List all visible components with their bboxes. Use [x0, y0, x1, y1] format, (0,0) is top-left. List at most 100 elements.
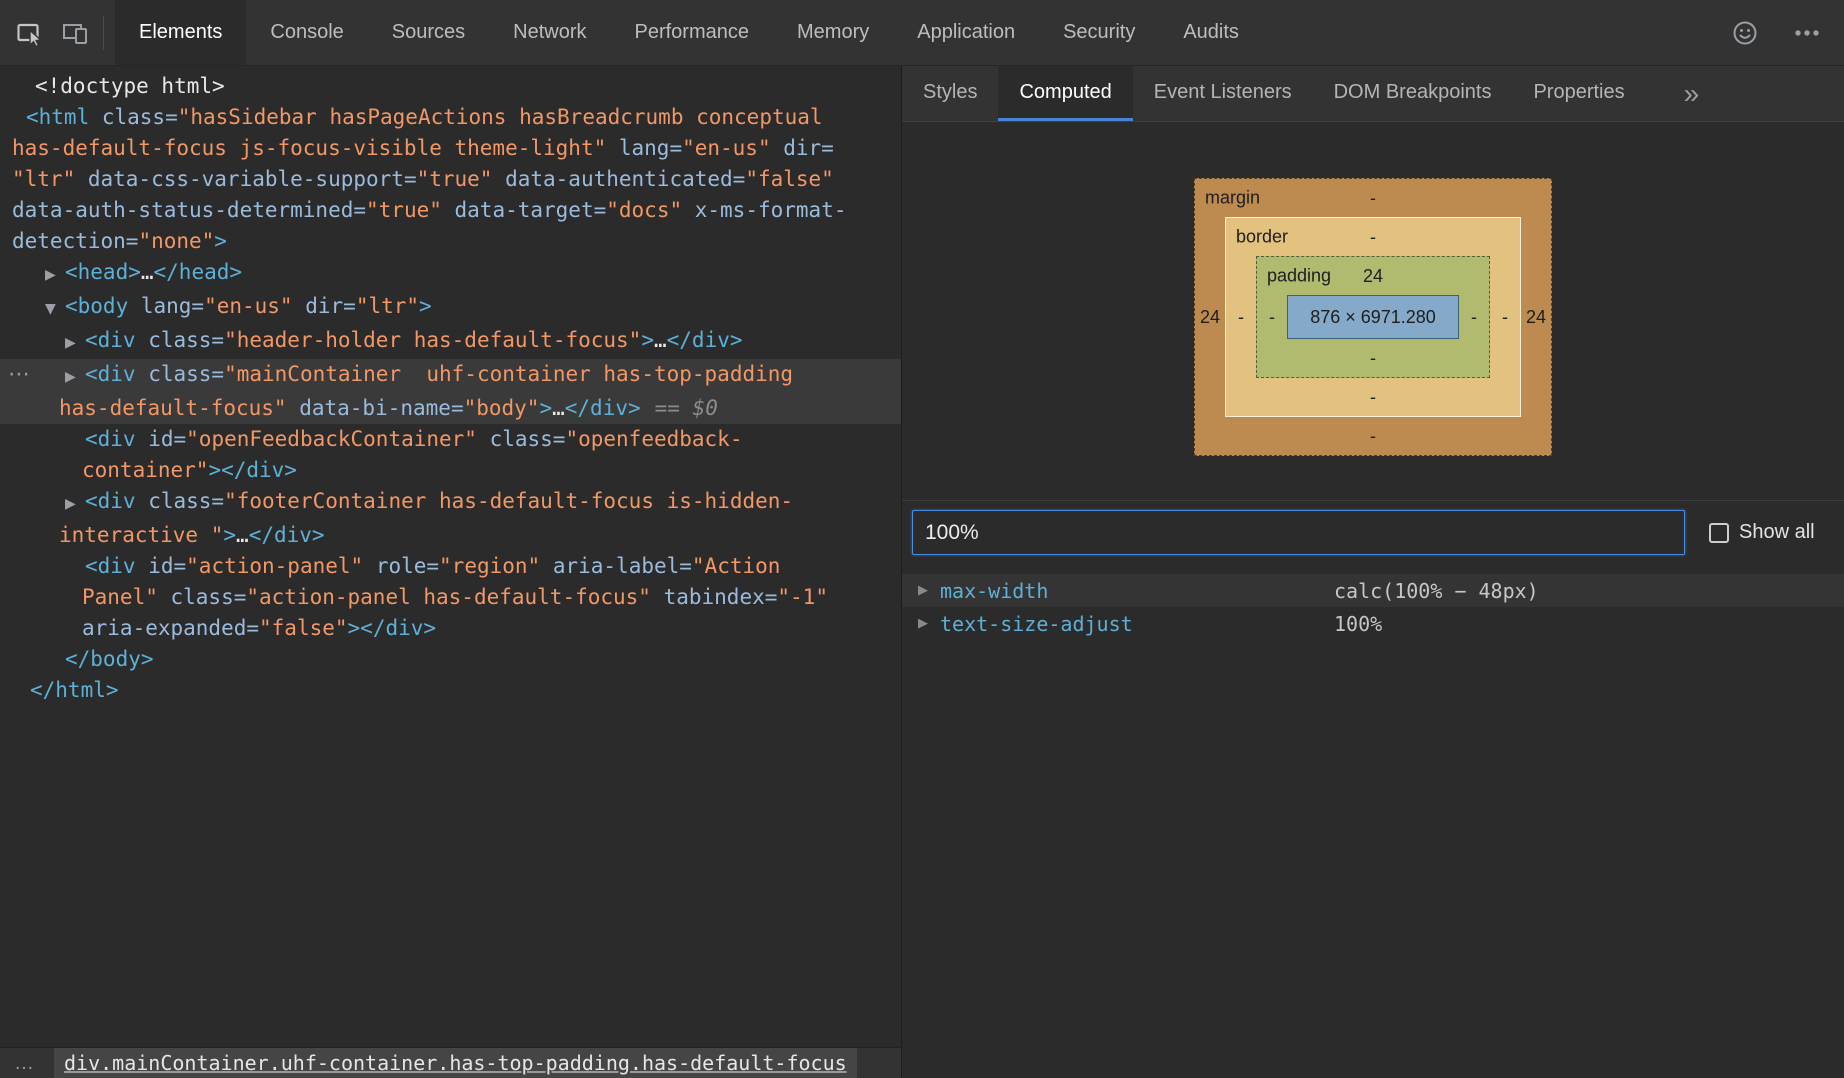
code-plain: … — [552, 396, 565, 420]
collapsed-disclosure-triangle-icon[interactable]: ▶ — [918, 616, 940, 631]
tab-console[interactable]: Console — [246, 0, 367, 65]
code-attr: data-target= — [442, 198, 606, 222]
dom-tree-line[interactable]: <div id="openFeedbackContainer" class="o… — [0, 424, 901, 455]
code-val: "header-holder has-default-focus" — [224, 328, 641, 352]
sidebar-tab-computed[interactable]: Computed — [998, 66, 1132, 121]
code-val: "body" — [464, 396, 540, 420]
tab-elements[interactable]: Elements — [115, 0, 246, 65]
code-val: "footerContainer has-default-focus is-hi… — [224, 489, 793, 513]
dom-tree-line[interactable]: <html class="hasSidebar hasPageActions h… — [0, 102, 901, 133]
code-val: "none" — [138, 229, 214, 253]
tab-network[interactable]: Network — [489, 0, 610, 65]
sidebar-tab-properties[interactable]: Properties — [1512, 66, 1645, 121]
main-toolbar: ElementsConsoleSourcesNetworkPerformance… — [0, 0, 1844, 66]
tab-performance[interactable]: Performance — [611, 0, 774, 65]
dom-tree-line[interactable]: ⋯▶<div class="mainContainer uhf-containe… — [0, 359, 901, 393]
filter-input[interactable] — [912, 510, 1685, 555]
dom-tree-line[interactable]: ▼<body lang="en-us" dir="ltr"> — [0, 291, 901, 325]
collapsed-disclosure-triangle-icon[interactable]: ▶ — [45, 260, 65, 291]
dom-tree-line[interactable]: </body> — [0, 644, 901, 675]
dom-tree-line[interactable]: </html> — [0, 675, 901, 706]
padding-bottom-value[interactable]: - — [1370, 348, 1376, 369]
code-tag: > — [214, 229, 227, 253]
dom-tree-line[interactable]: has-default-focus" data-bi-name="body">…… — [0, 393, 901, 424]
devtools-window: ElementsConsoleSourcesNetworkPerformance… — [0, 0, 1844, 1078]
border-right-value[interactable]: - — [1490, 307, 1520, 328]
code-attr: data-bi-name= — [287, 396, 464, 420]
code-attr: class= — [477, 427, 566, 451]
tab-security[interactable]: Security — [1039, 0, 1159, 65]
dom-tree-line[interactable]: ▶<div class="footerContainer has-default… — [0, 486, 901, 520]
padding-left-value[interactable]: - — [1257, 307, 1287, 328]
code-tag: ></div> — [208, 458, 297, 482]
margin-top-value[interactable]: - — [1370, 188, 1376, 209]
dom-tree-line[interactable]: data-auth-status-determined="true" data-… — [0, 195, 901, 226]
padding-right-value[interactable]: - — [1459, 307, 1489, 328]
show-all-checkbox[interactable] — [1709, 523, 1729, 543]
collapsed-disclosure-triangle-icon[interactable]: ▶ — [65, 489, 85, 520]
computed-property-row[interactable]: ▶text-size-adjust100% — [902, 607, 1844, 640]
more-tabs-chevron-icon[interactable]: » — [1668, 66, 1716, 121]
toolbar-icons — [0, 0, 115, 65]
border-left-value[interactable]: - — [1226, 307, 1256, 328]
code-attr: detection= — [12, 229, 138, 253]
breadcrumb-selected-node[interactable]: div.mainContainer.uhf-container.has-top-… — [54, 1048, 857, 1078]
tab-sources[interactable]: Sources — [368, 0, 489, 65]
code-attr: dir= — [771, 136, 834, 160]
code-val: "region" — [439, 554, 540, 578]
dom-tree-line[interactable]: detection="none"> — [0, 226, 901, 257]
code-attr: aria-expanded= — [82, 616, 259, 640]
dom-tree-line[interactable]: aria-expanded="false"></div> — [0, 613, 901, 644]
feedback-smiley-icon[interactable] — [1722, 10, 1768, 56]
code-tag: > — [419, 294, 432, 318]
dom-tree-line[interactable]: interactive ">…</div> — [0, 520, 901, 551]
code-tag: </body> — [65, 647, 154, 671]
dom-tree-line[interactable]: "ltr" data-css-variable-support="true" d… — [0, 164, 901, 195]
code-tag: </div> — [667, 328, 743, 352]
line-overflow-indicator[interactable]: ⋯ — [8, 359, 30, 390]
code-plain: … — [141, 260, 154, 284]
inspect-icon-glyph — [14, 18, 44, 48]
sidebar-tabs: StylesComputedEvent ListenersDOM Breakpo… — [902, 66, 1646, 121]
sidebar-tab-styles[interactable]: Styles — [902, 66, 998, 121]
border-bottom-value[interactable]: - — [1370, 387, 1376, 408]
margin-bottom-value[interactable]: - — [1370, 426, 1376, 447]
margin-right-value[interactable]: 24 — [1521, 307, 1551, 328]
code-val: "true" — [417, 167, 493, 191]
dom-tree-line[interactable]: ▶<head>…</head> — [0, 257, 901, 291]
code-val: "openFeedbackContainer" — [186, 427, 477, 451]
padding-top-value[interactable]: 24 — [1363, 266, 1383, 287]
device-toolbar-icon[interactable] — [52, 10, 98, 56]
collapsed-disclosure-triangle-icon[interactable]: ▶ — [918, 583, 940, 598]
code-val: "true" — [366, 198, 442, 222]
border-top-value[interactable]: - — [1370, 227, 1376, 248]
expanded-disclosure-triangle-icon[interactable]: ▼ — [45, 294, 65, 325]
code-tag: <div — [85, 362, 136, 386]
code-flag: == $0 — [641, 396, 718, 420]
computed-pane: margin - 24 border - - — [902, 122, 1844, 1078]
margin-left-value[interactable]: 24 — [1195, 307, 1225, 328]
dom-tree-line[interactable]: has-default-focus js-focus-visible theme… — [0, 133, 901, 164]
devtools-body: <!doctype html><html class="hasSidebar h… — [0, 66, 1844, 1078]
styles-sidebar: StylesComputedEvent ListenersDOM Breakpo… — [901, 66, 1844, 1078]
code-attr: x-ms-format- — [682, 198, 846, 222]
dom-tree-line[interactable]: ▶<div class="header-holder has-default-f… — [0, 325, 901, 359]
dom-tree-line[interactable]: Panel" class="action-panel has-default-f… — [0, 582, 901, 613]
overflow-menu-icon[interactable] — [1784, 10, 1830, 56]
dom-tree-line[interactable]: <div id="action-panel" role="region" ari… — [0, 551, 901, 582]
breadcrumb-overflow[interactable]: … — [0, 1048, 48, 1078]
dom-tree-line[interactable]: container"></div> — [0, 455, 901, 486]
computed-properties-list: ▶max-widthcalc(100% − 48px)▶text-size-ad… — [902, 574, 1844, 640]
tab-application[interactable]: Application — [893, 0, 1039, 65]
collapsed-disclosure-triangle-icon[interactable]: ▶ — [65, 362, 85, 393]
sidebar-tab-dom-breakpoints[interactable]: DOM Breakpoints — [1313, 66, 1513, 121]
tab-memory[interactable]: Memory — [773, 0, 893, 65]
tab-audits[interactable]: Audits — [1159, 0, 1263, 65]
overflow-menu-icon-glyph — [1792, 19, 1822, 47]
collapsed-disclosure-triangle-icon[interactable]: ▶ — [65, 328, 85, 359]
inspect-icon[interactable] — [6, 10, 52, 56]
computed-property-row[interactable]: ▶max-widthcalc(100% − 48px) — [902, 574, 1844, 607]
box-model-content[interactable]: 876 × 6971.280 — [1287, 295, 1459, 339]
dom-tree-line[interactable]: <!doctype html> — [0, 71, 901, 102]
sidebar-tab-event-listeners[interactable]: Event Listeners — [1133, 66, 1313, 121]
